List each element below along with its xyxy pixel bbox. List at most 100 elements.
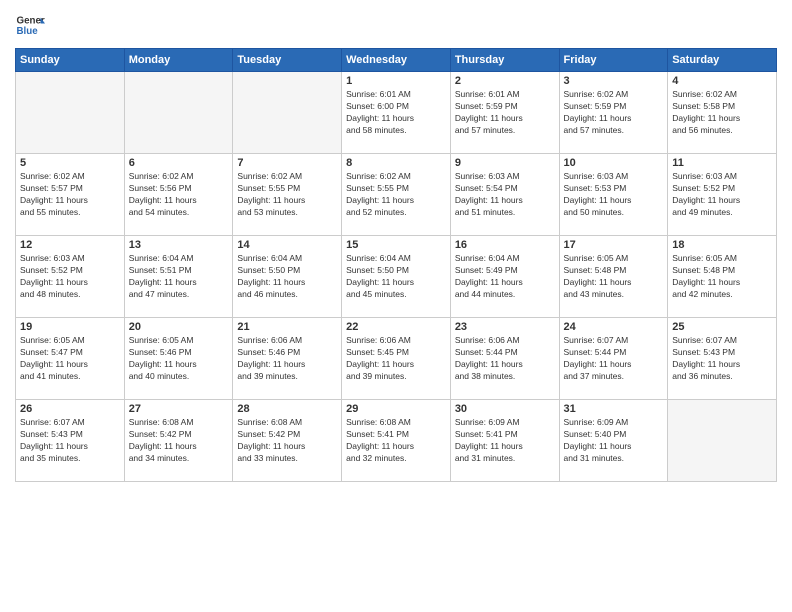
day-info: Sunrise: 6:03 AMSunset: 5:53 PMDaylight:… xyxy=(564,171,664,219)
calendar-cell: 9Sunrise: 6:03 AMSunset: 5:54 PMDaylight… xyxy=(450,154,559,236)
day-number: 14 xyxy=(237,239,337,251)
day-number: 7 xyxy=(237,157,337,169)
day-info: Sunrise: 6:06 AMSunset: 5:46 PMDaylight:… xyxy=(237,335,337,383)
day-number: 27 xyxy=(129,403,229,415)
day-info: Sunrise: 6:04 AMSunset: 5:51 PMDaylight:… xyxy=(129,253,229,301)
calendar-cell: 31Sunrise: 6:09 AMSunset: 5:40 PMDayligh… xyxy=(559,400,668,482)
day-number: 1 xyxy=(346,75,446,87)
day-info: Sunrise: 6:02 AMSunset: 5:56 PMDaylight:… xyxy=(129,171,229,219)
day-of-week-header: Sunday xyxy=(16,49,125,72)
day-number: 25 xyxy=(672,321,772,333)
day-info: Sunrise: 6:08 AMSunset: 5:42 PMDaylight:… xyxy=(129,417,229,465)
day-info: Sunrise: 6:03 AMSunset: 5:52 PMDaylight:… xyxy=(672,171,772,219)
day-number: 4 xyxy=(672,75,772,87)
logo-icon: General Blue xyxy=(15,10,45,40)
logo: General Blue xyxy=(15,10,45,40)
calendar-cell: 23Sunrise: 6:06 AMSunset: 5:44 PMDayligh… xyxy=(450,318,559,400)
day-of-week-header: Monday xyxy=(124,49,233,72)
day-number: 3 xyxy=(564,75,664,87)
calendar-cell: 28Sunrise: 6:08 AMSunset: 5:42 PMDayligh… xyxy=(233,400,342,482)
day-number: 2 xyxy=(455,75,555,87)
day-number: 10 xyxy=(564,157,664,169)
calendar-cell: 22 Sunrise: 6:06 AMSunset: 5:45 PMDayligh… xyxy=(342,318,451,400)
svg-text:Blue: Blue xyxy=(17,26,39,37)
calendar-cell: 12Sunrise: 6:03 AMSunset: 5:52 PMDayligh… xyxy=(16,236,125,318)
day-info: Sunrise: 6:02 AMSunset: 5:57 PMDaylight:… xyxy=(20,171,120,219)
calendar-cell: 29 Sunrise: 6:08 AMSunset: 5:41 PMDayligh… xyxy=(342,400,451,482)
calendar-cell: 1 Sunrise: 6:01 AMSunset: 6:00 PMDaylight… xyxy=(342,72,451,154)
calendar-cell: 26 Sunrise: 6:07 AMSunset: 5:43 PMDayligh… xyxy=(16,400,125,482)
calendar-cell: 18 Sunrise: 6:05 AMSunset: 5:48 PMDayligh… xyxy=(668,236,777,318)
day-info: Sunrise: 6:01 AMSunset: 6:00 PMDaylight:… xyxy=(346,89,446,137)
day-info: Sunrise: 6:03 AMSunset: 5:52 PMDaylight:… xyxy=(20,253,120,301)
day-info: Sunrise: 6:02 AMSunset: 5:59 PMDaylight:… xyxy=(564,89,664,137)
calendar-cell: 2 Sunrise: 6:01 AMSunset: 5:59 PMDaylight… xyxy=(450,72,559,154)
day-info: Sunrise: 6:02 AMSunset: 5:55 PMDaylight:… xyxy=(237,171,337,219)
day-of-week-header: Thursday xyxy=(450,49,559,72)
calendar-cell: 4Sunrise: 6:02 AMSunset: 5:58 PMDaylight… xyxy=(668,72,777,154)
day-number: 6 xyxy=(129,157,229,169)
calendar-header-row: SundayMondayTuesdayWednesdayThursdayFrid… xyxy=(16,49,777,72)
calendar-cell: 27 Sunrise: 6:08 AMSunset: 5:42 PMDayligh… xyxy=(124,400,233,482)
day-info: Sunrise: 6:05 AMSunset: 5:48 PMDaylight:… xyxy=(564,253,664,301)
day-number: 22 xyxy=(346,321,446,333)
day-number: 13 xyxy=(129,239,229,251)
day-of-week-header: Saturday xyxy=(668,49,777,72)
calendar-cell: 24 Sunrise: 6:07 AMSunset: 5:44 PMDayligh… xyxy=(559,318,668,400)
day-number: 18 xyxy=(672,239,772,251)
calendar-cell xyxy=(233,72,342,154)
header: General Blue xyxy=(15,10,777,40)
day-number: 19 xyxy=(20,321,120,333)
day-info: Sunrise: 6:04 AMSunset: 5:50 PMDaylight:… xyxy=(346,253,446,301)
day-info: Sunrise: 6:09 AMSunset: 5:41 PMDaylight:… xyxy=(455,417,555,465)
day-number: 5 xyxy=(20,157,120,169)
day-number: 30 xyxy=(455,403,555,415)
calendar-cell: 21 Sunrise: 6:06 AMSunset: 5:46 PMDayligh… xyxy=(233,318,342,400)
calendar-week-row: 5 Sunrise: 6:02 AMSunset: 5:57 PMDaylight… xyxy=(16,154,777,236)
day-info: Sunrise: 6:01 AMSunset: 5:59 PMDaylight:… xyxy=(455,89,555,137)
day-info: Sunrise: 6:06 AMSunset: 5:45 PMDaylight:… xyxy=(346,335,446,383)
calendar-cell: 6 Sunrise: 6:02 AMSunset: 5:56 PMDaylight… xyxy=(124,154,233,236)
day-number: 16 xyxy=(455,239,555,251)
calendar-cell xyxy=(668,400,777,482)
day-of-week-header: Wednesday xyxy=(342,49,451,72)
day-info: Sunrise: 6:05 AMSunset: 5:46 PMDaylight:… xyxy=(129,335,229,383)
day-info: Sunrise: 6:05 AMSunset: 5:48 PMDaylight:… xyxy=(672,253,772,301)
day-info: Sunrise: 6:05 AMSunset: 5:47 PMDaylight:… xyxy=(20,335,120,383)
calendar-cell: 13 Sunrise: 6:04 AMSunset: 5:51 PMDayligh… xyxy=(124,236,233,318)
calendar-cell: 30 Sunrise: 6:09 AMSunset: 5:41 PMDayligh… xyxy=(450,400,559,482)
calendar-week-row: 1 Sunrise: 6:01 AMSunset: 6:00 PMDaylight… xyxy=(16,72,777,154)
day-number: 24 xyxy=(564,321,664,333)
day-number: 29 xyxy=(346,403,446,415)
day-info: Sunrise: 6:03 AMSunset: 5:54 PMDaylight:… xyxy=(455,171,555,219)
calendar-week-row: 26 Sunrise: 6:07 AMSunset: 5:43 PMDayligh… xyxy=(16,400,777,482)
calendar-cell xyxy=(124,72,233,154)
calendar: SundayMondayTuesdayWednesdayThursdayFrid… xyxy=(15,48,777,482)
calendar-cell: 16Sunrise: 6:04 AMSunset: 5:49 PMDayligh… xyxy=(450,236,559,318)
day-number: 8 xyxy=(346,157,446,169)
calendar-cell: 20 Sunrise: 6:05 AMSunset: 5:46 PMDayligh… xyxy=(124,318,233,400)
calendar-cell: 17 Sunrise: 6:05 AMSunset: 5:48 PMDayligh… xyxy=(559,236,668,318)
day-number: 20 xyxy=(129,321,229,333)
calendar-cell: 5 Sunrise: 6:02 AMSunset: 5:57 PMDaylight… xyxy=(16,154,125,236)
day-number: 21 xyxy=(237,321,337,333)
day-number: 26 xyxy=(20,403,120,415)
day-number: 17 xyxy=(564,239,664,251)
day-info: Sunrise: 6:07 AMSunset: 5:44 PMDaylight:… xyxy=(564,335,664,383)
day-info: Sunrise: 6:07 AMSunset: 5:43 PMDaylight:… xyxy=(672,335,772,383)
day-of-week-header: Tuesday xyxy=(233,49,342,72)
day-info: Sunrise: 6:08 AMSunset: 5:42 PMDaylight:… xyxy=(237,417,337,465)
calendar-cell: 19 Sunrise: 6:05 AMSunset: 5:47 PMDayligh… xyxy=(16,318,125,400)
calendar-cell: 10 Sunrise: 6:03 AMSunset: 5:53 PMDayligh… xyxy=(559,154,668,236)
calendar-cell: 8 Sunrise: 6:02 AMSunset: 5:55 PMDaylight… xyxy=(342,154,451,236)
day-number: 15 xyxy=(346,239,446,251)
day-info: Sunrise: 6:07 AMSunset: 5:43 PMDaylight:… xyxy=(20,417,120,465)
calendar-cell: 3 Sunrise: 6:02 AMSunset: 5:59 PMDaylight… xyxy=(559,72,668,154)
calendar-cell xyxy=(16,72,125,154)
day-info: Sunrise: 6:02 AMSunset: 5:55 PMDaylight:… xyxy=(346,171,446,219)
calendar-cell: 7 Sunrise: 6:02 AMSunset: 5:55 PMDaylight… xyxy=(233,154,342,236)
day-number: 31 xyxy=(564,403,664,415)
day-info: Sunrise: 6:04 AMSunset: 5:50 PMDaylight:… xyxy=(237,253,337,301)
day-info: Sunrise: 6:08 AMSunset: 5:41 PMDaylight:… xyxy=(346,417,446,465)
day-of-week-header: Friday xyxy=(559,49,668,72)
